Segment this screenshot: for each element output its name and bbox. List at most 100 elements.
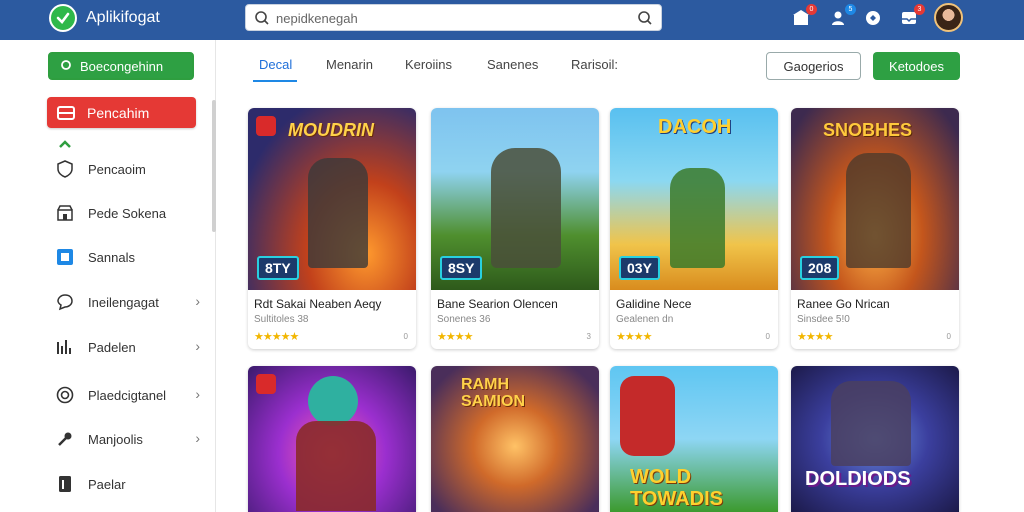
game-art: MOUDRIN 8TY — [248, 108, 416, 290]
sidebar-item-label: Ineilengagat — [88, 294, 159, 310]
game-art: 8SY — [431, 108, 599, 290]
coin-icon — [54, 384, 76, 406]
sidebar-item-5[interactable]: Padelen › — [54, 335, 204, 359]
chevron-right-icon: › — [195, 293, 200, 309]
sidebar-item-6[interactable]: Plaedcigtanel › — [54, 383, 204, 407]
search-icon — [254, 10, 270, 31]
game-badge: 8TY — [257, 256, 299, 280]
tab-5[interactable]: Rarisoil: — [571, 57, 618, 72]
game-meta: 0 — [946, 332, 951, 341]
game-card[interactable]: RAMH SAMION — [431, 366, 599, 512]
game-card[interactable]: DOLDIODS — [791, 366, 959, 512]
game-card[interactable]: WOLD TOWADIS — [610, 366, 778, 512]
location-icon — [61, 60, 71, 70]
search-bar — [245, 4, 662, 31]
chevron-up-icon[interactable] — [58, 136, 72, 152]
notification-badge: 5 — [845, 4, 856, 15]
sidebar-item-8[interactable]: Paelar — [54, 472, 204, 496]
active-tab-indicator — [253, 80, 297, 82]
sidebar-item-label: Sannals — [88, 249, 135, 265]
game-subtitle: Sultitoles 38 — [254, 314, 309, 325]
store-notification-icon[interactable]: 0 — [790, 4, 817, 29]
game-art-title: DOLDIODS — [805, 468, 911, 490]
sidebar-primary-button[interactable]: Pencahim — [47, 97, 196, 128]
users-notification-icon[interactable]: 5 — [829, 4, 856, 29]
sidebar-item-label: Pede Sokena — [88, 205, 167, 221]
game-subtitle: Gealenen dn — [616, 314, 674, 325]
game-card[interactable] — [248, 366, 416, 512]
sidebar: Boecongehinn Pencahim Pencaoim Pede Soke… — [0, 40, 216, 512]
game-art-title: MOUDRIN — [288, 120, 374, 140]
tab-2[interactable]: Menarin — [326, 57, 373, 72]
sidebar-item-label: Plaedcigtanel — [88, 387, 167, 403]
search-input[interactable] — [276, 8, 616, 28]
notification-badge: 3 — [914, 4, 925, 15]
sidebar-item-label: Pencaoim — [88, 161, 146, 177]
game-meta: 3 — [586, 332, 591, 341]
sidebar-item-2[interactable]: Pede Sokena — [54, 201, 204, 225]
game-card[interactable]: MOUDRIN 8TY Rdt Sakai Neaben Aeqy Sultit… — [248, 108, 416, 349]
inbox-notification-icon[interactable]: 3 — [898, 4, 925, 29]
sidebar-item-7[interactable]: Manjoolis › — [54, 427, 204, 451]
tab-4[interactable]: Sanenes — [487, 57, 538, 72]
chevron-right-icon: › — [195, 430, 200, 446]
sidebar-scrollbar[interactable] — [212, 100, 216, 232]
game-badge: 03Y — [619, 256, 660, 280]
game-title: Ranee Go Nrican — [797, 297, 890, 311]
game-badge: 208 — [800, 256, 840, 280]
shield-icon — [54, 158, 76, 180]
game-subtitle: Sonenes 36 — [437, 314, 491, 325]
game-card[interactable]: DACOH 03Y Galidine Nece Gealenen dn ★★★★… — [610, 108, 778, 349]
card-icon — [57, 105, 75, 120]
game-art-title: SNOBHES — [823, 120, 913, 140]
game-card[interactable]: SNOBHES 208 Ranee Go Nrican Sinsdee 5!0 … — [791, 108, 959, 349]
game-art — [248, 366, 416, 512]
tab-3[interactable]: Keroiins — [405, 57, 452, 72]
app-logo-icon[interactable] — [49, 4, 77, 32]
game-meta: 0 — [403, 332, 408, 341]
sidebar-top-button-label: Boecongehinn — [80, 58, 164, 74]
game-title: Rdt Sakai Neaben Aeqy — [254, 297, 382, 311]
page-icon — [54, 473, 76, 495]
app-title: Aplikifogat — [86, 9, 160, 26]
sidebar-item-1[interactable]: Pencaoim — [54, 157, 204, 181]
game-art-title: DACOH — [658, 116, 732, 138]
user-avatar[interactable] — [934, 3, 963, 32]
rating-stars: ★★★★★ — [254, 331, 299, 343]
rating-stars: ★★★★ — [437, 331, 473, 343]
game-title: Bane Searion Olencen — [437, 297, 558, 311]
game-card[interactable]: 8SY Bane Searion Olencen Sonenes 36 ★★★★… — [431, 108, 599, 349]
sidebar-item-3[interactable]: Sannals — [54, 245, 204, 269]
game-art: DACOH 03Y — [610, 108, 778, 290]
sidebar-top-button[interactable]: Boecongehinn — [48, 52, 194, 80]
category-tabs: Decal Menarin Keroiins Sanenes Rarisoil: — [244, 40, 844, 84]
tab-1[interactable]: Decal — [259, 57, 292, 72]
game-title: Galidine Nece — [616, 297, 692, 311]
messages-icon[interactable] — [862, 7, 884, 29]
game-art: SNOBHES 208 — [791, 108, 959, 290]
outline-action-button[interactable]: Gaogerios — [766, 52, 861, 80]
chevron-right-icon: › — [195, 338, 200, 354]
grid-icon — [54, 246, 76, 268]
game-subtitle: Sinsdee 5!0 — [797, 314, 850, 325]
sidebar-item-label: Padelen — [88, 339, 136, 355]
green-action-button[interactable]: Ketodoes — [873, 52, 960, 80]
tool-icon — [54, 428, 76, 450]
notification-badge: 0 — [806, 4, 817, 15]
sidebar-item-4[interactable]: Ineilengagat › — [54, 290, 204, 314]
search-submit-icon[interactable] — [637, 10, 653, 31]
game-art: RAMH SAMION — [431, 366, 599, 512]
sidebar-item-label: Manjoolis — [88, 431, 143, 447]
chevron-right-icon: › — [195, 386, 200, 402]
game-art: WOLD TOWADIS — [610, 366, 778, 512]
tag-icon — [256, 116, 276, 136]
tag-icon — [256, 374, 276, 394]
chart-icon — [54, 336, 76, 358]
rating-stars: ★★★★ — [797, 331, 833, 343]
game-badge: 8SY — [440, 256, 483, 280]
chat-icon — [54, 291, 76, 313]
top-bar: Aplikifogat 0 5 3 — [0, 0, 1024, 40]
sidebar-primary-button-label: Pencahim — [87, 104, 150, 121]
rating-stars: ★★★★ — [616, 331, 652, 343]
game-art: DOLDIODS — [791, 366, 959, 512]
